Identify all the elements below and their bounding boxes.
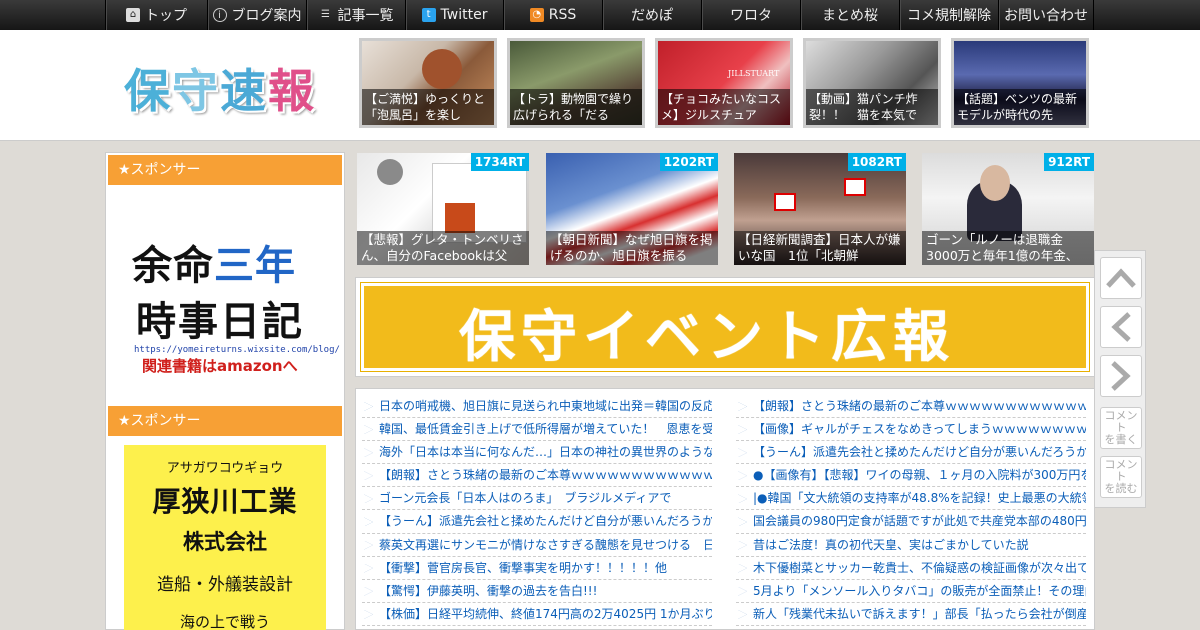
list-icon: ☰ — [321, 9, 330, 20]
article-link[interactable]: 【衝撃】菅官房長官、衝撃事実を明かす！！！！！他 — [362, 557, 712, 580]
rt-card[interactable]: 912RT ゴーン「ルノーは退職金3000万と毎年1億の年金、 — [922, 153, 1094, 265]
article-link[interactable]: 海外「日本は本当に何なんだ…」日本の神社の異世界のような — [362, 441, 712, 465]
chevron-up-icon — [1106, 268, 1136, 288]
home-icon: ⌂ — [126, 8, 140, 22]
read-comment-button[interactable]: コメント を読む — [1100, 456, 1142, 498]
event-banner[interactable]: 保守イベント広報 — [355, 277, 1095, 377]
floating-nav: コメント を書く コメント を読む — [1094, 250, 1146, 508]
site-logo[interactable]: 保守速報 — [124, 55, 316, 121]
article-link[interactable]: 国会議員の980円定食が話題ですが此処で共産党本部の480円定 — [736, 510, 1086, 534]
amazon-link[interactable]: 関連書籍はamazonへ — [142, 355, 298, 376]
nav-article-list[interactable]: ☰ 記事一覧 — [306, 0, 405, 30]
forward-button[interactable] — [1100, 355, 1142, 397]
write-comment-button[interactable]: コメント を書く — [1100, 407, 1142, 449]
back-button[interactable] — [1100, 306, 1142, 348]
nav-twitter[interactable]: t Twitter — [405, 0, 503, 30]
article-list: 日本の哨戒機、旭日旗に見送られ中東地域に出発＝韓国の反応 韓国、最低賃金引き上げで… — [355, 388, 1095, 630]
article-link[interactable]: 【驚愕】伊藤英明、衝撃の過去を告白!!! — [362, 580, 712, 603]
sponsor-heading: ★スポンサー — [108, 406, 342, 436]
scroll-up-button[interactable] — [1100, 257, 1142, 299]
rt-count: 1734RT — [470, 153, 529, 171]
article-link[interactable]: 蔡英文再選にサンモニが情けなさすぎる醜態を見せつける 日 — [362, 534, 712, 557]
article-link[interactable]: 【うーん】派遣先会社と揉めたんだけど自分が悪いんだろうか — [736, 441, 1086, 465]
nav-damepo[interactable]: だめぽ — [602, 0, 701, 30]
article-link[interactable]: 新人「残業代未払いで訴えます！」部長「払ったら会社が倒産 — [736, 603, 1086, 626]
rt-title: 【朝日新聞】なぜ旭日旗を掲げるのか、旭日旗を振る — [546, 231, 718, 265]
article-link[interactable]: 【朗報】さとう珠緒の最新のご本尊ｗｗｗｗｗｗｗｗｗｗｗｗ — [736, 395, 1086, 419]
nav-warota[interactable]: ワロタ — [701, 0, 800, 30]
rt-count: 1202RT — [659, 153, 718, 171]
info-icon: i — [212, 8, 227, 22]
article-link[interactable]: ゴーン元会長「日本人はのろま」 ブラジルメディアで — [362, 487, 712, 511]
banner-text: 保守イベント広報 — [459, 305, 955, 370]
article-link[interactable]: 【朗報】さとう珠緒の最新のご本尊ｗｗｗｗｗｗｗｗｗｗｗｗ — [362, 464, 712, 488]
article-link[interactable]: 昔はご法度！真の初代天皇、実はごまかしていた説 — [736, 534, 1086, 557]
nav-blog-guide[interactable]: i ブログ案内 — [207, 0, 306, 30]
article-link[interactable]: |●韓国「文大統領の支持率が48.8%を記録！史上最悪の大統領 — [736, 487, 1086, 511]
site-header: 保守速報 【ご満悦】ゆっくりと「泡風呂」を楽し 【トラ】動物園で繰り広げられる「… — [0, 30, 1200, 141]
thumb-image — [422, 49, 462, 89]
rt-card[interactable]: 1082RT 【日経新聞調査】日本人が嫌いな国 1位「北朝鮮 — [734, 153, 906, 265]
rss-icon: ◔ — [529, 8, 544, 22]
sponsor-ad-asagawa[interactable]: アサガワコウギョウ 厚狭川工業 株式会社 造船・外艤装設計 海の上で戦う — [124, 445, 326, 630]
rt-count: 912RT — [1044, 153, 1094, 171]
article-link[interactable]: 日本の哨戒機、旭日旗に見送られ中東地域に出発＝韓国の反応 — [362, 395, 712, 419]
rt-card[interactable]: 1734RT 【悲報】グレタ・トンベリさん、自分のFacebookは父 — [357, 153, 529, 265]
nav-rss[interactable]: ◔ RSS — [503, 0, 602, 30]
article-link[interactable]: 【株価】日経平均続伸、終値174円高の2万4025円 1か月ぶりに — [362, 603, 712, 626]
nav-contact[interactable]: お問い合わせ — [998, 0, 1094, 30]
article-link[interactable]: 【うーん】派遣先会社と揉めたんだけど自分が悪いんだろうか — [362, 510, 712, 534]
top-nav: ⌂ トップ i ブログ案内 ☰ 記事一覧 t Twitter ◔ RSS だめぽ ワロタ … — [0, 0, 1200, 30]
article-link[interactable]: 木下優樹菜とサッカー乾貴士、不倫疑惑の検証画像が次々出て — [736, 557, 1086, 580]
header-thumb[interactable]: 【ご満悦】ゆっくりと「泡風呂」を楽し — [359, 38, 497, 128]
twitter-icon: t — [421, 8, 436, 22]
rt-title: ゴーン「ルノーは退職金3000万と毎年1億の年金、 — [922, 231, 1094, 265]
nav-comment-unblock[interactable]: コメ規制解除 — [899, 0, 998, 30]
sidebar: ★スポンサー 余命三年 時事日記 https://yomeireturns.wi… — [105, 152, 345, 630]
nav-top[interactable]: ⌂ トップ — [105, 0, 207, 30]
chevron-right-icon — [1111, 361, 1131, 391]
rt-card[interactable]: 1202RT 【朝日新聞】なぜ旭日旗を掲げるのか、旭日旗を振る — [546, 153, 718, 265]
header-thumb[interactable]: 【トラ】動物園で繰り広げられる「だる — [507, 38, 645, 128]
header-thumb[interactable]: 【動画】猫パンチ炸裂！！ 猫を本気で — [803, 38, 941, 128]
header-thumb[interactable]: 【話題】ベンツの最新モデルが時代の先 — [951, 38, 1089, 128]
header-thumb[interactable]: JILLSTUART 【チョコみたいなコスメ】ジルスチュア — [655, 38, 793, 128]
nav-matome-sakura[interactable]: まとめ桜 — [800, 0, 899, 30]
article-list-right: 【朗報】さとう珠緒の最新のご本尊ｗｗｗｗｗｗｗｗｗｗｗｗ 【画像】ギャルがチェスを… — [736, 395, 1086, 626]
sponsor-heading: ★スポンサー — [108, 155, 342, 185]
article-link[interactable]: ●【画像有】【悲報】ワイの母親、１ヶ月の入院料が300万円を — [736, 464, 1086, 488]
chevron-left-icon — [1111, 312, 1131, 342]
rt-title: 【悲報】グレタ・トンベリさん、自分のFacebookは父 — [357, 231, 529, 265]
rt-count: 1082RT — [847, 153, 906, 171]
article-link[interactable]: 【画像】ギャルがチェスをなめきってしまうｗｗｗｗｗｗｗｗ — [736, 418, 1086, 442]
article-list-left: 日本の哨戒機、旭日旗に見送られ中東地域に出発＝韓国の反応 韓国、最低賃金引き上げで… — [362, 395, 712, 626]
rt-title: 【日経新聞調査】日本人が嫌いな国 1位「北朝鮮 — [734, 231, 906, 265]
article-link[interactable]: 韓国、最低賃金引き上げで低所得層が増えていた！ 恩恵を受 — [362, 418, 712, 442]
article-link[interactable]: 5月より「メンソール入りタバコ」の販売が全面禁止！その理由 — [736, 580, 1086, 603]
